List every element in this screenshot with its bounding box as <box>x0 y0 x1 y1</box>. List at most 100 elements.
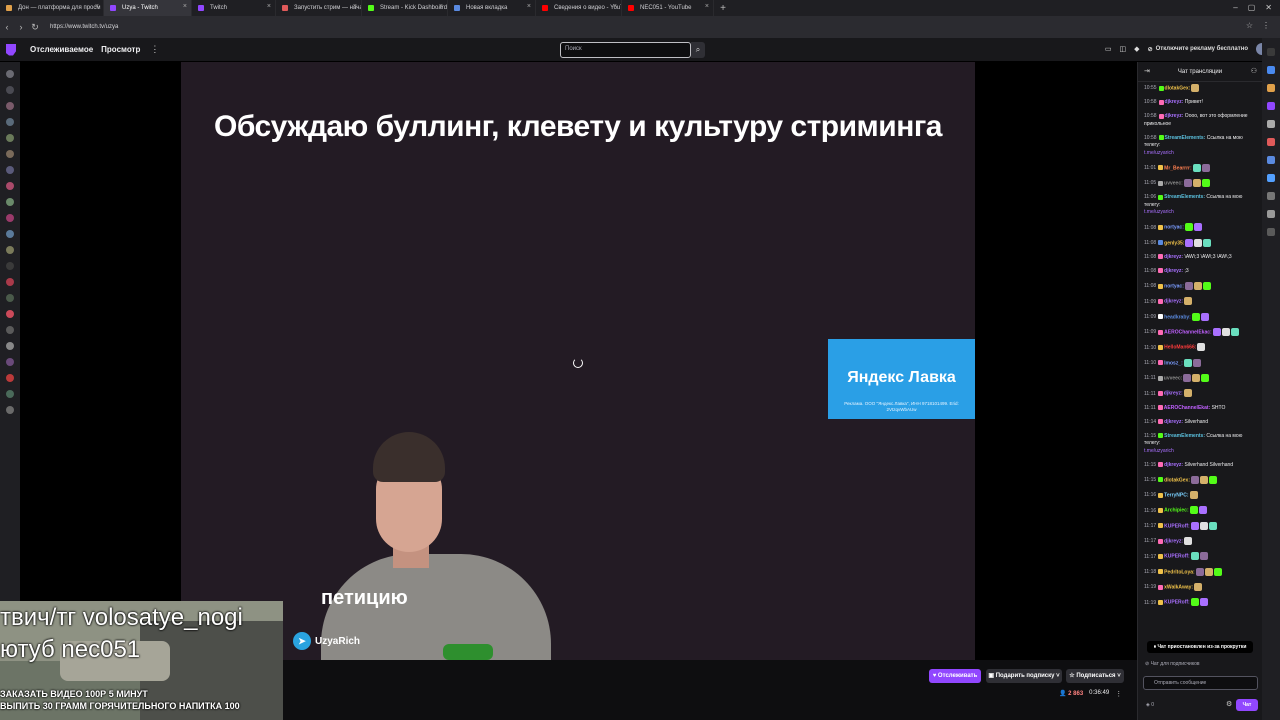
search-icon[interactable]: ⌕ <box>691 42 705 58</box>
chat-message[interactable]: 11:09 headkraby: <box>1144 312 1256 322</box>
channel-avatar-icon[interactable] <box>6 310 14 318</box>
chat-username[interactable]: KUPERoff: <box>1164 523 1190 529</box>
stream-video[interactable]: Обсуждаю буллинг, клевету и культуру стр… <box>181 62 975 660</box>
chat-emote-icon[interactable] <box>1198 506 1207 515</box>
channel-avatar-icon[interactable] <box>6 262 14 270</box>
chat-link[interactable]: t.me/uzyarich <box>1144 448 1174 454</box>
chat-badge-icon[interactable] <box>1158 599 1164 605</box>
chat-username[interactable]: djkreyz: <box>1164 391 1183 397</box>
channel-avatar-icon[interactable] <box>6 134 14 142</box>
maximize-icon[interactable]: ▢ <box>1248 3 1256 12</box>
chat-badge-icon[interactable] <box>1158 461 1164 467</box>
chat-emote-icon[interactable] <box>1230 328 1239 337</box>
follow-button[interactable]: ♥ Отслеживать <box>929 669 981 683</box>
chat-badge-icon[interactable] <box>1158 477 1164 483</box>
chat-emote-icon[interactable] <box>1184 537 1193 546</box>
chat-username[interactable]: dlotakGex: <box>1165 85 1191 91</box>
chat-badge-icon[interactable] <box>1158 584 1164 590</box>
chat-settings-icon[interactable]: ⚙ <box>1226 700 1232 708</box>
minimize-icon[interactable]: – <box>1233 3 1237 12</box>
search-input[interactable]: Поиск <box>560 42 691 58</box>
chat-username[interactable]: StreamElements: <box>1165 135 1206 141</box>
chat-badge-icon[interactable] <box>1157 375 1163 381</box>
chat-username[interactable]: djkreyz: <box>1165 113 1184 119</box>
chat-badge-icon[interactable] <box>1158 329 1164 335</box>
chat-message[interactable]: 11:09 djkreyz: <box>1144 297 1256 306</box>
chat-emote-icon[interactable] <box>1193 223 1202 232</box>
chat-message[interactable]: 11:15 StreamElements: Ссылка на мою телег… <box>1144 433 1256 456</box>
channel-points[interactable]: ◈ 0 <box>1146 702 1154 708</box>
extension-icon[interactable] <box>1267 210 1275 218</box>
new-tab-icon[interactable]: + <box>714 3 732 14</box>
chat-message[interactable]: 10:58 StreamElements: Ссылка на мою телег… <box>1144 135 1256 158</box>
chat-emote-icon[interactable] <box>1183 358 1192 367</box>
tab-close-icon[interactable]: × <box>183 3 187 10</box>
tab-close-icon[interactable]: × <box>613 3 617 10</box>
inbox-icon[interactable]: ▭ <box>1105 45 1112 53</box>
chat-badge-icon[interactable] <box>1158 180 1164 186</box>
chat-badge-icon[interactable] <box>1158 538 1164 544</box>
chat-username[interactable]: uvveec: <box>1164 375 1183 381</box>
chat-emote-icon[interactable] <box>1200 475 1208 484</box>
chat-username[interactable]: StreamElements: <box>1164 433 1205 439</box>
chat-badge-icon[interactable] <box>1158 418 1164 424</box>
tab-close-icon[interactable]: × <box>705 3 709 10</box>
chat-username[interactable]: KUPERoff: <box>1164 554 1190 560</box>
channel-avatar-icon[interactable] <box>6 406 14 414</box>
subscribe-button[interactable]: ☆ Подписаться ˅ <box>1066 669 1124 683</box>
browser-tab[interactable]: Запустить стрим — начать пря× <box>276 0 362 16</box>
chat-emote-icon[interactable] <box>1199 552 1208 561</box>
channel-avatar-icon[interactable] <box>6 102 14 110</box>
channel-avatar-icon[interactable] <box>6 374 14 382</box>
chat-username[interactable]: Mr_Bearrrr: <box>1164 165 1192 171</box>
chat-username[interactable]: djkreyz: <box>1165 99 1184 105</box>
chat-badge-icon[interactable] <box>1158 553 1164 559</box>
chat-emote-icon[interactable] <box>1201 163 1210 172</box>
chat-username[interactable]: xWalkAway: <box>1164 584 1193 590</box>
chat-emote-icon[interactable] <box>1184 223 1193 232</box>
chat-badge-icon[interactable] <box>1158 298 1164 304</box>
chat-badge-icon[interactable] <box>1158 135 1164 140</box>
chat-emote-icon[interactable] <box>1201 179 1210 188</box>
chat-emote-icon[interactable] <box>1193 282 1202 291</box>
chat-emote-icon[interactable] <box>1190 598 1199 607</box>
nav-browse[interactable]: Просмотр <box>101 45 140 54</box>
chat-username[interactable]: dlotakGex: <box>1164 477 1190 483</box>
extension-icon[interactable] <box>1267 66 1275 74</box>
ad-banner[interactable]: Яндекс Лавка Реклама. ООО "Яндекс.Лавка"… <box>828 339 975 419</box>
chat-badge-icon[interactable] <box>1158 492 1164 498</box>
channel-avatar-icon[interactable] <box>6 278 14 286</box>
chat-emote-icon[interactable] <box>1192 358 1201 367</box>
extension-icon[interactable] <box>1267 156 1275 164</box>
chat-badge-icon[interactable] <box>1158 432 1164 438</box>
browser-tab[interactable]: NEC051 - YouTube × <box>622 0 714 16</box>
chat-username[interactable]: uvveec: <box>1164 180 1183 186</box>
chat-message[interactable]: 10:55 dlotakGex: <box>1144 84 1256 93</box>
chat-message[interactable]: 11:15 djkreyz: Silverhand Silverhand <box>1144 462 1256 470</box>
chat-message[interactable]: 11:11 uvveec: <box>1144 374 1256 383</box>
channel-avatar-icon[interactable] <box>6 342 14 350</box>
chat-emote-icon[interactable] <box>1190 552 1199 561</box>
chat-username[interactable]: nortyac: <box>1164 283 1184 289</box>
chat-badge-icon[interactable] <box>1158 523 1164 529</box>
chat-username[interactable]: nortyac: <box>1164 225 1184 231</box>
url-field[interactable]: https://www.twitch.tv/uzya <box>50 24 118 30</box>
chat-badge-icon[interactable] <box>1157 404 1163 410</box>
back-icon[interactable]: ‹ <box>0 22 14 32</box>
chat-emote-icon[interactable] <box>1202 282 1211 291</box>
chat-username[interactable]: StreamElements: <box>1164 194 1205 200</box>
chat-message[interactable]: 11:17 KUPERoff: <box>1144 552 1256 561</box>
chat-message[interactable]: 11:05 uvveec: <box>1144 179 1256 188</box>
notifications-icon[interactable]: ◫ <box>1120 45 1127 53</box>
chat-message[interactable]: 10:58 djkreyz: Привет! <box>1144 99 1256 107</box>
chat-message[interactable]: 11:17 djkreyz: <box>1144 537 1256 546</box>
channel-avatar-icon[interactable] <box>6 230 14 238</box>
chat-badge-icon[interactable] <box>1158 283 1164 289</box>
more-menu-icon[interactable]: ⋮ <box>150 44 159 55</box>
nav-following[interactable]: Отслеживаемое <box>30 45 93 54</box>
chat-message[interactable]: 11:10 lmosz_: <box>1144 358 1256 368</box>
chat-emote-icon[interactable] <box>1212 328 1221 337</box>
chat-username[interactable]: HelloMan666: <box>1164 345 1196 351</box>
chat-username[interactable]: AEROChannelEkat: <box>1164 405 1210 411</box>
channel-avatar-icon[interactable] <box>6 166 14 174</box>
